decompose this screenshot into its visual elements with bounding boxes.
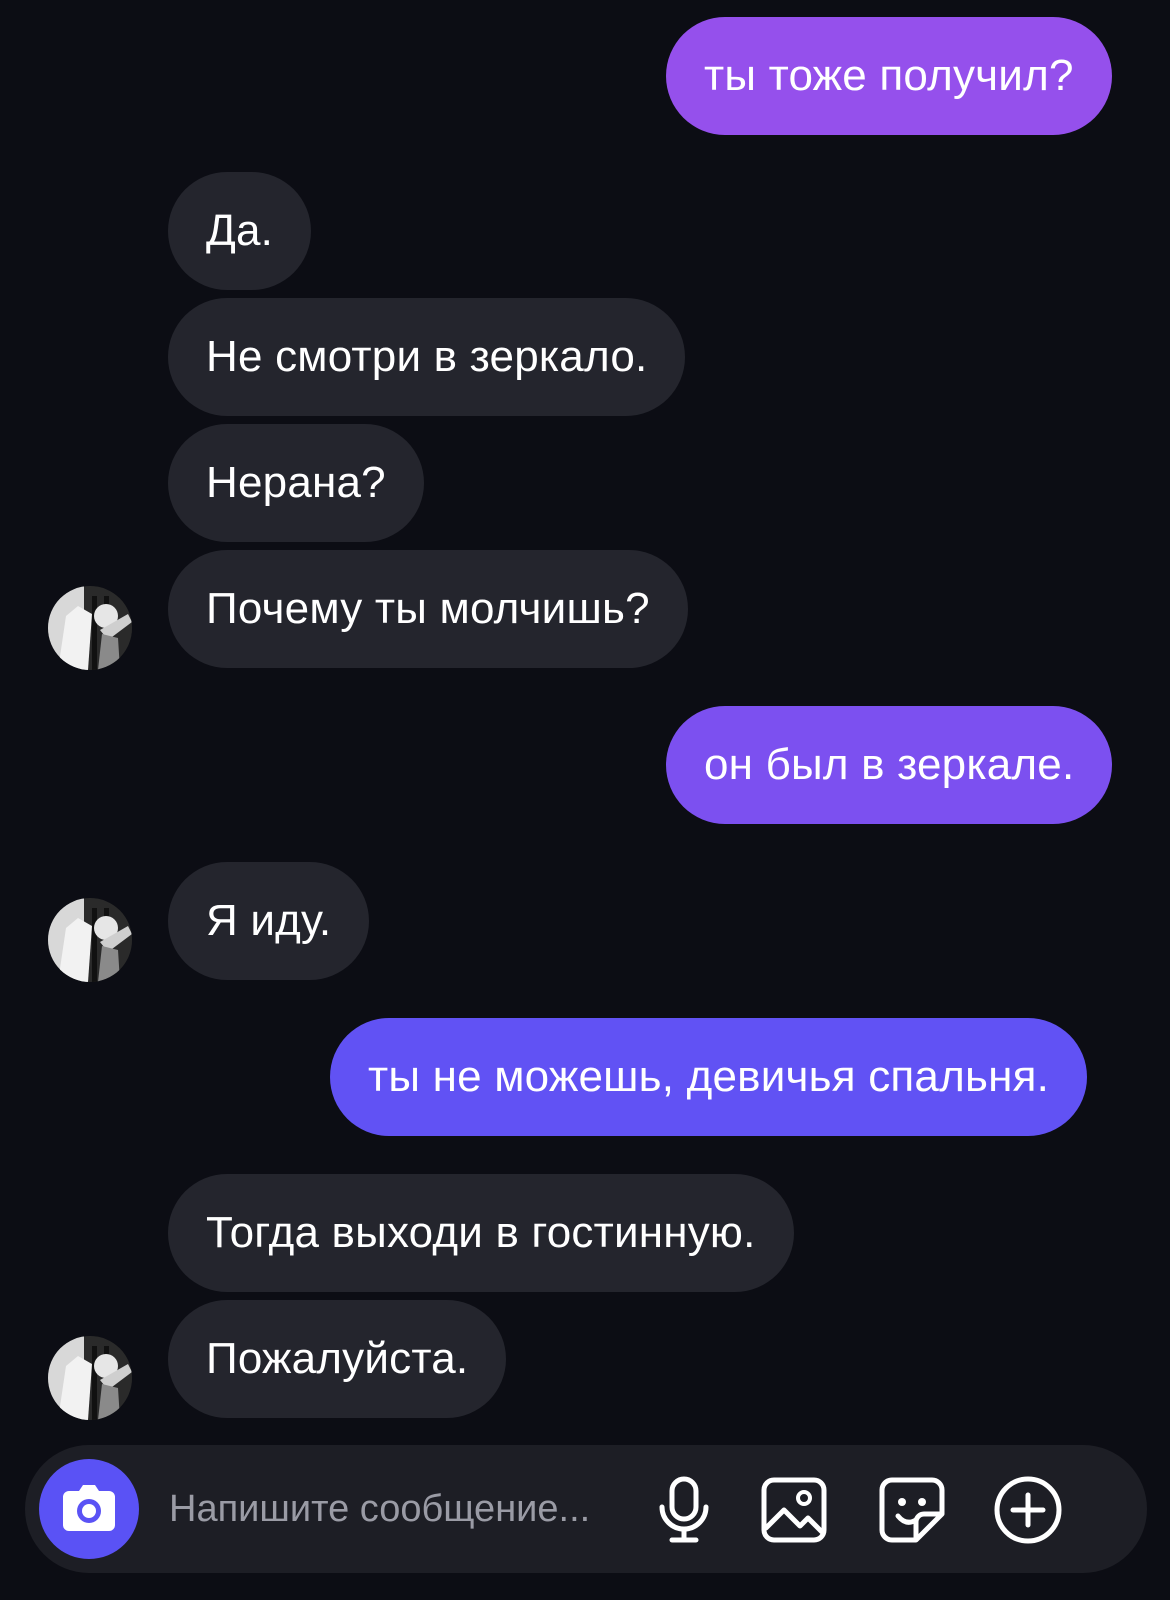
contact-avatar[interactable]	[48, 1336, 132, 1420]
message-text: ты тоже получил?	[704, 51, 1074, 100]
message-text: Я иду.	[206, 896, 332, 945]
image-icon	[761, 1477, 827, 1543]
message-text: Почему ты молчишь?	[206, 584, 650, 633]
message-composer	[25, 1445, 1147, 1573]
message-bubble-incoming[interactable]: Не смотри в зеркало.	[168, 298, 686, 416]
add-attachment-button[interactable]	[993, 1475, 1063, 1545]
plus-icon	[994, 1476, 1062, 1544]
message-text: Пожалуйста.	[206, 1334, 469, 1383]
message-bubble-outgoing[interactable]: ты тоже получил?	[666, 17, 1112, 135]
message-text: он был в зеркале.	[704, 740, 1075, 789]
message-text: Нерана?	[206, 458, 386, 507]
message-bubble-incoming[interactable]: Да.	[168, 172, 312, 290]
message-text: Да.	[206, 206, 274, 255]
avatar-photo-icon	[48, 1336, 132, 1420]
microphone-button[interactable]	[649, 1475, 719, 1545]
message-text: Не смотри в зеркало.	[206, 332, 648, 381]
camera-icon	[63, 1485, 115, 1531]
avatar-photo-icon	[48, 586, 132, 670]
avatar-photo-icon	[48, 898, 132, 982]
sticker-icon	[879, 1477, 945, 1543]
message-bubble-incoming[interactable]: Почему ты молчишь?	[168, 550, 688, 668]
camera-button[interactable]	[39, 1459, 139, 1559]
message-bubble-incoming[interactable]: Тогда выходи в гостинную.	[168, 1174, 794, 1292]
message-list[interactable]: ты тоже получил? Да. Не смотри в зеркало…	[0, 0, 1170, 1440]
message-input[interactable]	[169, 1479, 649, 1539]
sticker-button[interactable]	[877, 1475, 947, 1545]
message-text: Тогда выходи в гостинную.	[206, 1208, 756, 1257]
message-bubble-incoming[interactable]: Нерана?	[168, 424, 424, 542]
gallery-button[interactable]	[759, 1475, 829, 1545]
message-bubble-outgoing[interactable]: ты не можешь, девичья спальня.	[330, 1018, 1088, 1136]
contact-avatar[interactable]	[48, 898, 132, 982]
microphone-icon	[659, 1476, 709, 1543]
message-bubble-incoming[interactable]: Я иду.	[168, 862, 370, 980]
contact-avatar[interactable]	[48, 586, 132, 670]
message-text: ты не можешь, девичья спальня.	[368, 1052, 1050, 1101]
message-bubble-outgoing[interactable]: он был в зеркале.	[666, 706, 1113, 824]
message-bubble-incoming[interactable]: Пожалуйста.	[168, 1300, 507, 1418]
